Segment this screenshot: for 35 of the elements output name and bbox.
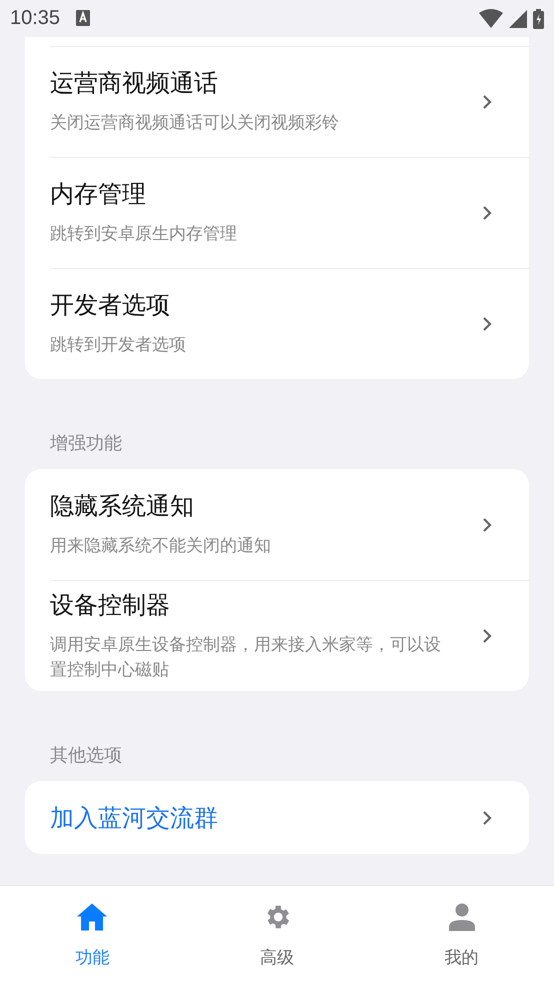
nav-tab[interactable]: 高级 (184, 886, 370, 984)
row-subtitle: 用来隐藏系统不能关闭的通知 (50, 535, 272, 558)
nav-tab[interactable]: 我的 (369, 886, 554, 984)
settings-row[interactable]: 隐藏系统通知 用来隐藏系统不能关闭的通知 (25, 469, 529, 580)
settings-row[interactable]: 设备控制器 调用安卓原生设备控制器，用来接入米家等，可以设置控制中心磁贴 (25, 580, 529, 691)
settings-row[interactable]: 开发者选项 跳转到开发者选项 (25, 268, 529, 379)
settings-row[interactable]: 运营商视频通话 关闭运营商视频通话可以关闭视频彩铃 (25, 46, 529, 157)
home-icon (77, 902, 108, 932)
chevron-icon (482, 204, 492, 220)
section-header: 其他选项 (49, 744, 123, 768)
chevron-icon (482, 316, 492, 332)
settings-row[interactable]: 内存管理 跳转到安卓原生内存管理 (25, 157, 529, 268)
chevron-icon (482, 628, 492, 644)
chevron-icon (482, 94, 492, 110)
row-title: 隐藏系统通知 (50, 491, 195, 522)
row-title: 内存管理 (50, 179, 147, 210)
row-subtitle: 关闭运营商视频通话可以关闭视频彩铃 (50, 112, 340, 136)
keyboard-notification-icon (76, 10, 90, 26)
row-title: 运营商视频通话 (50, 68, 219, 100)
row-subtitle: 跳转到开发者选项 (50, 334, 187, 358)
row-subtitle: 调用安卓原生设备控制器，用来接入米家等，可以设置控制中心磁贴 (50, 634, 442, 682)
row-title: 设备控制器 (50, 590, 171, 621)
chevron-icon (482, 810, 492, 826)
row-title: 加入蓝河交流群 (50, 802, 219, 834)
settings-row[interactable]: 加入蓝河交流群 (25, 781, 529, 854)
wifi-icon (479, 9, 503, 28)
signal-icon (509, 10, 527, 28)
row-subtitle: 跳转到安卓原生内存管理 (50, 223, 238, 246)
clock: 10:35 (10, 7, 60, 30)
row-title: 开发者选项 (50, 290, 171, 322)
section-header: 增强功能 (49, 432, 123, 456)
chevron-icon (482, 516, 492, 532)
person-icon (448, 902, 475, 932)
battery-icon (533, 8, 544, 28)
nav-tab[interactable]: 功能 (0, 886, 185, 984)
